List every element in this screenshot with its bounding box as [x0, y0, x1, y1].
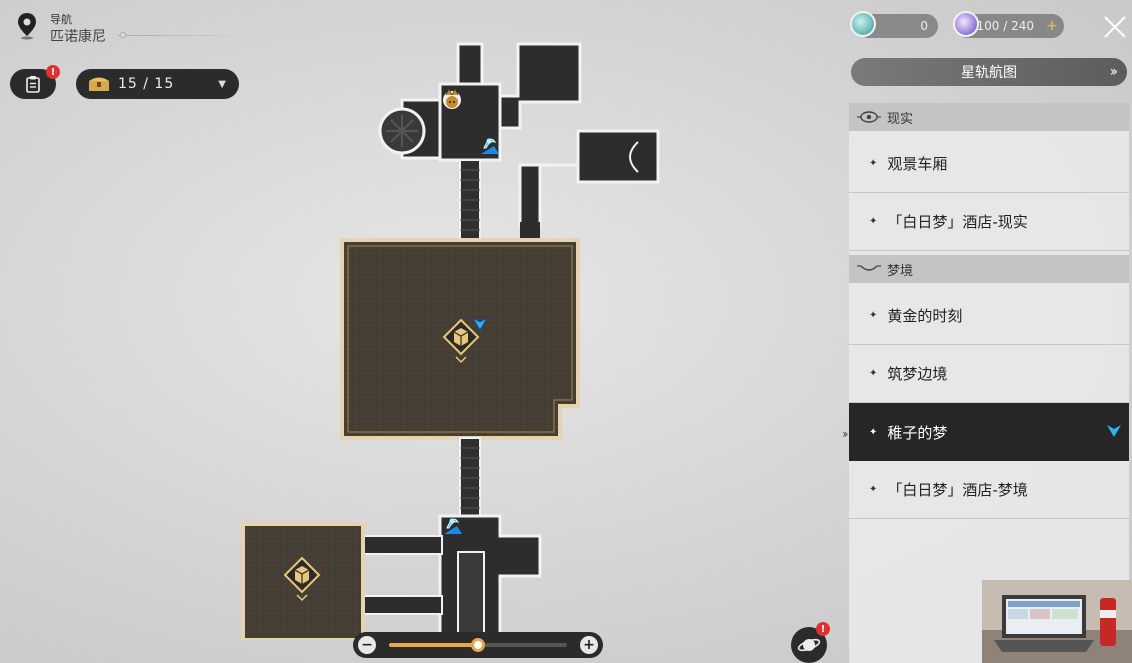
top-corridor-right	[498, 42, 582, 130]
area-list-panel: 现实 ✦ 观景车厢 ✦ 「白日梦」酒店-现实 梦境 ✦ 黄金的时刻 ✦ 筑梦边境…	[849, 103, 1129, 663]
webcam-overlay	[982, 580, 1132, 663]
zoom-control: − +	[353, 632, 603, 658]
area-item-dream-edge[interactable]: ✦ 筑梦边境	[849, 345, 1129, 403]
treasure-chest-icon	[89, 77, 109, 91]
world-alert-badge: !	[816, 622, 830, 636]
zoom-slider-thumb[interactable]	[471, 638, 485, 652]
section-header-dreamscape: 梦境	[849, 255, 1129, 283]
area-item-observation-car[interactable]: ✦ 观景车厢	[849, 135, 1129, 193]
trailblaze-power-value: 100 / 240	[976, 19, 1034, 33]
upper-room	[378, 82, 502, 162]
star-icon: ✦	[869, 484, 878, 495]
currency-primary-value: 0	[920, 19, 928, 33]
area-item-label: 观景车厢	[887, 155, 948, 173]
chevron-right-icon: ››	[1109, 64, 1118, 80]
star-icon: ✦	[869, 368, 878, 379]
area-item-label: 稚子的梦	[887, 423, 948, 442]
region-divider-dot	[120, 32, 126, 38]
zoom-out-button[interactable]: −	[358, 636, 376, 654]
planet-icon	[797, 638, 821, 652]
area-item-label: 筑梦边境	[887, 365, 948, 383]
zoom-in-button[interactable]: +	[580, 636, 598, 654]
lower-stairs	[459, 437, 481, 517]
area-item-label: 「白日梦」酒店-现实	[887, 213, 1028, 231]
top-corridor-left	[456, 42, 484, 91]
area-item-label: 「白日梦」酒店-梦境	[887, 481, 1028, 499]
trailblaze-power-icon	[953, 11, 979, 37]
treasure-chest-dropdown[interactable]: 15 / 15 ▼	[76, 69, 239, 99]
selected-indicator-icon: ››	[842, 427, 848, 441]
dream-currency-icon	[850, 11, 876, 37]
current-location-icon	[1107, 425, 1121, 437]
area-item-childs-dream[interactable]: ✦ 稚子的梦	[849, 403, 1129, 461]
star-icon: ✦	[869, 310, 878, 321]
star-rail-map-label: 星轨航图	[961, 65, 1017, 81]
zoom-slider[interactable]	[389, 638, 567, 652]
map-pin-icon	[18, 13, 36, 40]
map-canvas[interactable]	[236, 40, 666, 640]
area-item-hotel-reality[interactable]: ✦ 「白日梦」酒店-现实	[849, 193, 1129, 251]
region-divider	[118, 35, 248, 36]
right-side-room	[518, 129, 660, 240]
mission-alert-badge: !	[46, 65, 60, 79]
closed-eye-icon	[857, 265, 881, 271]
add-power-button[interactable]: +	[1046, 18, 1058, 34]
clipboard-icon	[26, 76, 40, 93]
star-icon: ✦	[869, 426, 878, 438]
star-rail-map-button[interactable]: 星轨航图 ››	[851, 58, 1127, 86]
upper-stairs	[459, 159, 481, 241]
lower-corridors	[363, 514, 542, 640]
close-icon[interactable]	[1102, 14, 1128, 40]
section-header-reality: 现实	[849, 103, 1129, 131]
star-icon: ✦	[869, 158, 878, 169]
area-item-hotel-dreamscape[interactable]: ✦ 「白日梦」酒店-梦境	[849, 461, 1129, 519]
nav-title: 导航	[50, 13, 72, 26]
region-name: 匹诺康尼	[50, 29, 106, 45]
area-item-label: 黄金的时刻	[887, 307, 963, 325]
chest-count: 15 / 15	[118, 76, 175, 92]
dropdown-caret-icon: ▼	[218, 78, 227, 90]
area-item-golden-hour[interactable]: ✦ 黄金的时刻	[849, 287, 1129, 345]
section-title: 现实	[887, 111, 914, 127]
zoom-slider-fill	[389, 643, 478, 647]
star-icon: ✦	[869, 216, 878, 227]
section-title: 梦境	[887, 263, 914, 279]
eye-icon	[857, 111, 881, 123]
